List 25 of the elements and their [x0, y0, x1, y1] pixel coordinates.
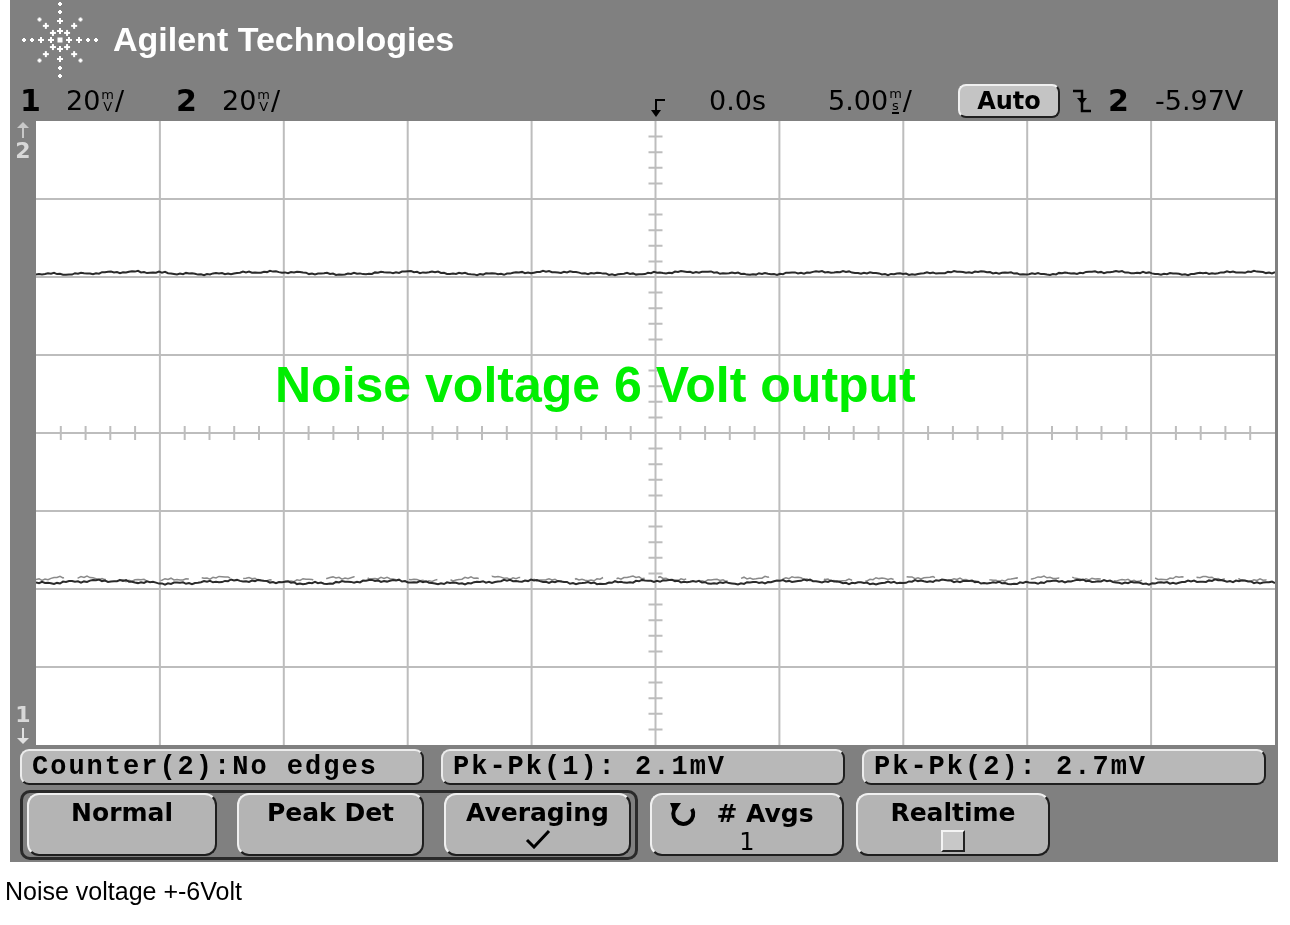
measurement-readout: Counter(2):No edges — [20, 749, 424, 785]
ground-marker-label: 1 — [15, 703, 31, 727]
measurement-readout: Pk-Pk(1): 2.1mV — [441, 749, 845, 785]
channel-number: 2 — [176, 83, 198, 118]
falling-edge-icon — [1072, 87, 1092, 114]
measurement-readout: Pk-Pk(2): 2.7mV — [862, 749, 1266, 785]
softkey[interactable]: Averaging — [444, 793, 631, 856]
trigger-source: 2 — [1108, 83, 1130, 118]
annotation-text: Noise voltage 6 Volt output — [275, 357, 916, 413]
softkey[interactable]: Realtime — [856, 793, 1050, 856]
down-arrow-icon — [16, 727, 30, 745]
up-arrow-icon — [16, 121, 30, 139]
time-offset: 0.0s — [709, 83, 767, 118]
caption: Noise voltage +-6Volt — [4, 876, 243, 906]
channel-number: 1 — [20, 83, 42, 118]
brand-name: Agilent Technologies — [113, 19, 455, 59]
softkey[interactable]: Normal — [27, 793, 217, 856]
ground-marker-label: 2 — [15, 139, 31, 163]
down-arrow-icon — [648, 97, 666, 118]
softkey[interactable]: # Avgs 1 — [650, 793, 844, 856]
check-icon — [524, 829, 551, 849]
checkbox[interactable] — [941, 830, 965, 852]
softkey[interactable]: Peak Det — [237, 793, 424, 856]
trigger-mode-indicator: Auto — [958, 83, 1060, 118]
trigger-level: -5.97V — [1155, 83, 1245, 118]
